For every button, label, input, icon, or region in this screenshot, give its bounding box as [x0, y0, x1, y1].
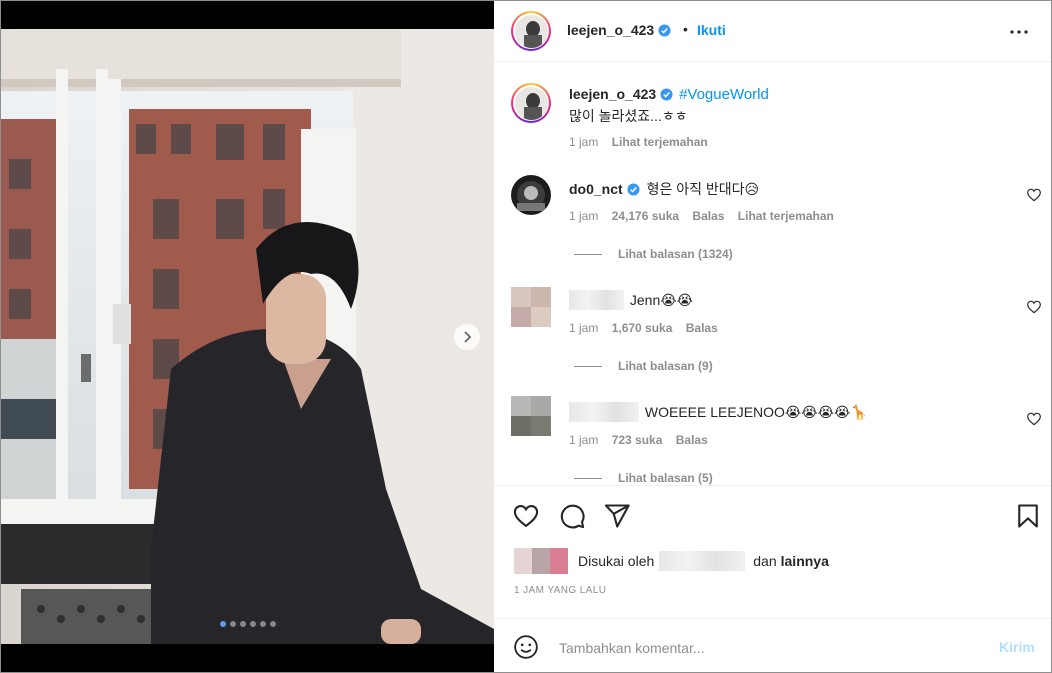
more-icon[interactable]: [1007, 20, 1031, 44]
comment-icon[interactable]: [558, 502, 586, 530]
view-replies-button[interactable]: Lihat balasan (5): [574, 471, 713, 485]
post-time-ago[interactable]: 1 JAM YANG LALU: [514, 585, 606, 596]
comment-meta: 1 jam 723 suka Balas: [569, 433, 718, 447]
carousel-dot: [219, 621, 226, 627]
caption-translate-link[interactable]: Lihat terjemahan: [612, 135, 708, 149]
caption-avatar[interactable]: [511, 83, 551, 123]
comment-line: Jenn😭😭: [569, 290, 693, 310]
comment-item: Jenn😭😭 1 jam 1,670 suka Balas Lihat bala…: [494, 284, 1051, 394]
commenter-avatar[interactable]: [511, 287, 551, 327]
likes-summary: Disukai oleh dan lainnya: [514, 548, 829, 574]
emoji-icon[interactable]: [513, 634, 539, 660]
comment-like-icon[interactable]: [1026, 187, 1042, 203]
redacted-username: [569, 290, 624, 310]
comment-like-icon[interactable]: [1026, 411, 1042, 427]
caption-line: leejen_o_423 #VogueWorld: [569, 86, 769, 103]
comment-translate-link[interactable]: Lihat terjemahan: [738, 209, 834, 223]
author-avatar[interactable]: [511, 11, 551, 51]
post-caption: leejen_o_423 #VogueWorld 많이 놀라셨죠...ㅎㅎ 1 …: [494, 80, 1051, 150]
comment-like-icon[interactable]: [1026, 299, 1042, 315]
carousel-next-button[interactable]: [454, 324, 480, 350]
comment-meta: 1 jam 1,670 suka Balas: [569, 321, 728, 335]
comment-reply-button[interactable]: Balas: [692, 209, 724, 223]
comment-item: do0_nct 형은 아직 반대다😥 1 jam 24,176 suka Bal…: [494, 172, 1051, 282]
caption-text: 많이 놀라셨죠...ㅎㅎ: [569, 108, 688, 124]
verified-badge-icon: [660, 88, 673, 101]
view-replies-button[interactable]: Lihat balasan (1324): [574, 247, 733, 261]
post-comment-button[interactable]: Kirim: [999, 639, 1035, 655]
carousel-dot: [259, 621, 266, 627]
caption-hashtag[interactable]: #VogueWorld: [679, 86, 769, 103]
commenter-photo: [511, 175, 551, 215]
comment-input[interactable]: [557, 636, 981, 660]
comment-text: Jenn😭😭: [629, 292, 693, 308]
follow-button[interactable]: Ikuti: [697, 22, 726, 38]
header-separator: •: [683, 21, 688, 37]
likes-middle: dan: [753, 553, 777, 569]
comment-reply-button[interactable]: Balas: [676, 433, 708, 447]
commenter-avatar[interactable]: [511, 175, 551, 215]
comment-reply-button[interactable]: Balas: [686, 321, 718, 335]
share-icon[interactable]: [603, 502, 631, 530]
comment-line: do0_nct 형은 아직 반대다😥: [569, 179, 759, 199]
redacted-username: [569, 402, 639, 422]
carousel-dot: [249, 621, 256, 627]
comment-text: WOEEEE LEEJENOO😭😭😭😭🦒: [644, 404, 868, 420]
commenter-avatar[interactable]: [511, 396, 551, 436]
post-header: leejen_o_423 • Ikuti: [494, 1, 1051, 62]
view-replies-button[interactable]: Lihat balasan (9): [574, 359, 713, 373]
bookmark-icon[interactable]: [1014, 502, 1042, 530]
comment-text: 형은 아직 반대다😥: [646, 181, 760, 197]
carousel-dot: [239, 621, 246, 627]
comment-time: 1 jam: [569, 433, 599, 447]
redacted-liker-name[interactable]: [659, 551, 746, 571]
comments-list[interactable]: leejen_o_423 #VogueWorld 많이 놀라셨죠...ㅎㅎ 1 …: [494, 62, 1051, 485]
caption-author-photo: [514, 86, 548, 120]
heart-icon[interactable]: [512, 502, 540, 530]
caption-time: 1 jam: [569, 135, 599, 149]
comment-time: 1 jam: [569, 209, 599, 223]
post-media: [1, 1, 494, 672]
comment-composer: Kirim: [494, 618, 1051, 672]
caption-username[interactable]: leejen_o_423: [569, 86, 656, 102]
likes-prefix: Disukai oleh: [578, 553, 655, 569]
comment-likes[interactable]: 1,670 suka: [612, 321, 673, 335]
caption-meta: 1 jam Lihat terjemahan: [569, 135, 718, 149]
comment-likes[interactable]: 24,176 suka: [612, 209, 679, 223]
comment-line: WOEEEE LEEJENOO😭😭😭😭🦒: [569, 402, 868, 422]
comment-item: WOEEEE LEEJENOO😭😭😭😭🦒 1 jam 723 suka Bala…: [494, 396, 1051, 485]
likes-others-link[interactable]: lainnya: [781, 553, 829, 569]
post-photo: [1, 29, 494, 644]
commenter-username[interactable]: do0_nct: [569, 181, 623, 197]
carousel-dot: [269, 621, 276, 627]
comment-time: 1 jam: [569, 321, 599, 335]
carousel-dots: [1, 621, 494, 627]
verified-badge-icon: [658, 24, 671, 37]
liker-avatars: [514, 548, 572, 574]
verified-badge-icon: [627, 183, 640, 196]
instagram-post-modal: leejen_o_423 • Ikuti leejen_o_423 #Vogue…: [0, 0, 1052, 673]
author-photo: [514, 14, 548, 48]
carousel-dot: [229, 621, 236, 627]
comment-likes[interactable]: 723 suka: [612, 433, 663, 447]
author-username[interactable]: leejen_o_423: [567, 22, 671, 38]
post-side-panel: leejen_o_423 • Ikuti leejen_o_423 #Vogue…: [494, 1, 1051, 672]
chevron-right-icon: [464, 331, 472, 343]
comment-meta: 1 jam 24,176 suka Balas Lihat terjemahan: [569, 209, 844, 223]
